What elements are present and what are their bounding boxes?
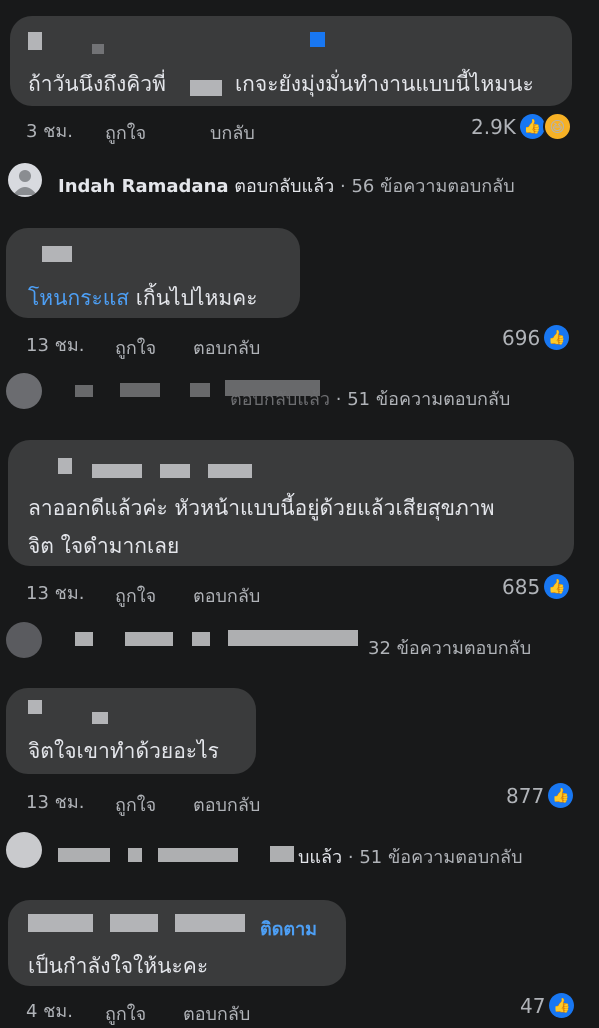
reply-link[interactable]: บกลับ bbox=[210, 118, 255, 147]
redacted-name-in-text bbox=[190, 80, 222, 96]
redacted-name bbox=[125, 632, 173, 646]
comment-text-line1: ลาออกดีแล้วค่ะ หัวหน้าแบบนี้อยู่ด้วยแล้ว… bbox=[28, 496, 495, 520]
redacted-author-name bbox=[92, 464, 142, 478]
reply-link[interactable]: ตอบกลับ bbox=[193, 790, 260, 819]
comment-time: 4 ชม. bbox=[26, 1001, 73, 1022]
redacted-name bbox=[190, 383, 210, 397]
redacted-author-name bbox=[28, 700, 42, 714]
reaction-count-value: 685 bbox=[502, 574, 541, 599]
comment-time: 13 ชม. bbox=[26, 792, 85, 813]
redacted-name bbox=[192, 632, 210, 646]
default-avatar-icon bbox=[6, 373, 42, 409]
reaction-count-value: 47 bbox=[520, 993, 546, 1018]
like-icon: 👍 bbox=[544, 325, 570, 350]
comment-text: ถ้าวันนึงถึงคิวพี่ bbox=[28, 72, 166, 96]
comment-time: 3 ชม. bbox=[26, 121, 73, 142]
redacted-author-name bbox=[28, 914, 93, 932]
redacted-name bbox=[120, 383, 160, 397]
reaction-count-value: 2.9K bbox=[471, 114, 516, 139]
reply-action: ตอบกลับแล้ว bbox=[230, 389, 331, 410]
redacted-name bbox=[128, 848, 142, 862]
comment-text: จิตใจเขาทำด้วยอะไร bbox=[28, 739, 219, 763]
redacted-author-name bbox=[42, 246, 72, 262]
reply-action: ตอบกลับแล้ว bbox=[234, 176, 335, 197]
redacted-author-name bbox=[58, 458, 72, 474]
comment-text: เป็นกำลังใจให้นะคะ bbox=[28, 954, 209, 978]
comment-time: 13 ชม. bbox=[26, 335, 85, 356]
tagged-name-link[interactable]: โหนกระแส bbox=[28, 286, 129, 310]
verified-badge-icon bbox=[310, 32, 325, 47]
reply-action: บแล้ว bbox=[298, 847, 343, 868]
comment-text: โหนกระแส เกิ้นไปไหมคะ bbox=[28, 282, 258, 315]
redacted-author-name bbox=[175, 914, 245, 932]
reaction-count[interactable]: 47 👍 bbox=[520, 993, 575, 1018]
reaction-count[interactable]: 685 👍 bbox=[502, 574, 570, 599]
reply-summary[interactable]: บแล้ว · 51 ข้อความตอบกลับ bbox=[298, 842, 523, 871]
like-link[interactable]: ถูกใจ bbox=[115, 581, 156, 610]
comment-text-continued: เกจะยังมุ่งมั่นทำงานแบบนี้ไหมนะ bbox=[235, 72, 534, 96]
default-avatar-icon bbox=[6, 832, 42, 868]
like-icon: 👍 bbox=[544, 574, 570, 599]
reaction-count[interactable]: 2.9K 👍 😆 bbox=[471, 112, 572, 141]
reaction-count-value: 696 bbox=[502, 325, 541, 350]
reply-summary[interactable]: ตอบกลับแล้ว · 51 ข้อความตอบกลับ bbox=[230, 384, 510, 413]
reply-count: · 51 ข้อความตอบกลับ bbox=[347, 847, 523, 868]
reaction-count[interactable]: 877 👍 bbox=[506, 783, 574, 808]
redacted-author-name bbox=[110, 914, 158, 932]
like-link[interactable]: ถูกใจ bbox=[115, 790, 156, 819]
reply-summary[interactable]: Indah Ramadana ตอบกลับแล้ว · 56 ข้อความต… bbox=[58, 171, 515, 200]
like-icon: 👍 bbox=[519, 114, 545, 139]
redacted-author-name bbox=[160, 464, 190, 478]
redacted-name bbox=[75, 385, 93, 397]
like-icon: 👍 bbox=[549, 993, 575, 1018]
like-link[interactable]: ถูกใจ bbox=[105, 118, 146, 147]
redacted-name bbox=[75, 632, 93, 646]
redacted-author-name bbox=[92, 712, 108, 724]
redacted-name bbox=[158, 848, 238, 862]
follow-button[interactable]: ติดตาม bbox=[260, 914, 317, 943]
like-link[interactable]: ถูกใจ bbox=[115, 333, 156, 362]
reaction-count[interactable]: 696 👍 bbox=[502, 325, 570, 350]
redacted-name bbox=[270, 846, 294, 862]
reply-count: 32 ข้อความตอบกลับ bbox=[368, 638, 532, 659]
redacted-name bbox=[58, 848, 110, 862]
comment-text-body: เกิ้นไปไหมคะ bbox=[135, 286, 258, 310]
redacted-author-name bbox=[92, 44, 104, 54]
comment-time: 13 ชม. bbox=[26, 583, 85, 604]
like-icon: 👍 bbox=[548, 783, 574, 808]
redacted-author-name bbox=[208, 464, 252, 478]
reaction-count-value: 877 bbox=[506, 783, 545, 808]
reply-link[interactable]: ตอบกลับ bbox=[193, 333, 260, 362]
redacted-name bbox=[228, 630, 358, 646]
reply-link[interactable]: ตอบกลับ bbox=[193, 581, 260, 610]
reply-count: · 51 ข้อความตอบกลับ bbox=[335, 389, 511, 410]
redacted-author-name bbox=[28, 32, 42, 50]
default-avatar-icon bbox=[6, 622, 42, 658]
reply-author: Indah Ramadana bbox=[58, 176, 229, 197]
reply-summary[interactable]: 32 ข้อความตอบกลับ bbox=[368, 633, 531, 662]
default-avatar-icon bbox=[8, 163, 42, 197]
reply-count: · 56 ข้อความตอบกลับ bbox=[340, 176, 515, 197]
haha-icon: 😆 bbox=[542, 112, 572, 141]
comment-text-line2: จิต ใจดำมากเลย bbox=[28, 534, 180, 558]
